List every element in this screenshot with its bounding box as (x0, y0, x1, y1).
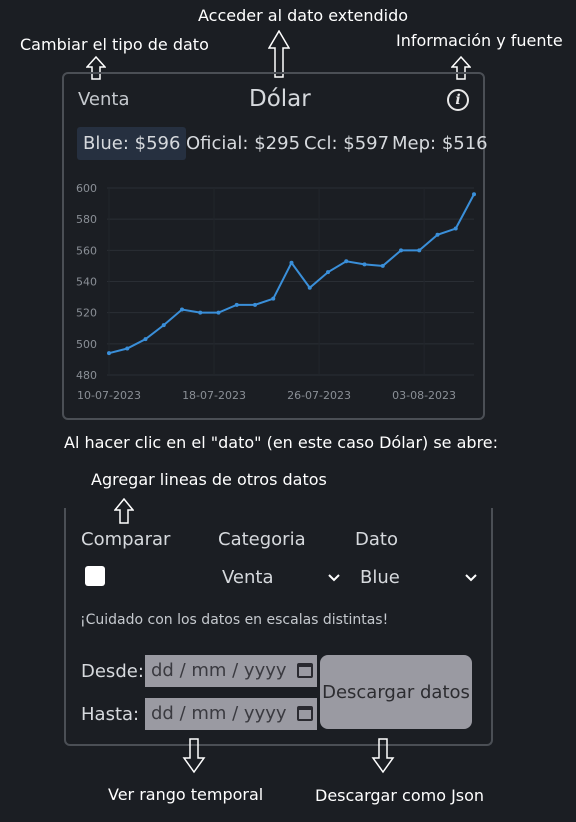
data-point (453, 226, 458, 231)
data-point (362, 262, 367, 267)
widget-title[interactable]: Dólar (249, 86, 311, 112)
annotation-click-note: Al hacer clic en el "dato" (en este caso… (64, 433, 499, 452)
data-point (307, 285, 312, 290)
compare-checkbox[interactable] (85, 566, 105, 586)
data-select[interactable]: Blue (360, 567, 478, 588)
from-date-input[interactable]: dd / mm / yyyy (145, 655, 317, 687)
y-tick-label: 480 (76, 369, 97, 382)
annotation-time-range: Ver rango temporal (108, 785, 264, 804)
info-icon[interactable]: i (447, 89, 469, 111)
x-tick-label: 26-07-2023 (287, 389, 351, 402)
data-point (289, 260, 294, 265)
download-data-button[interactable]: Descargar datos (320, 655, 472, 729)
data-point (435, 232, 440, 237)
y-tick-label: 580 (76, 213, 97, 226)
data-point (234, 302, 239, 307)
tab-mep[interactable]: Mep: $516 (386, 127, 494, 160)
category-select-value: Venta (222, 567, 274, 588)
calendar-icon[interactable] (297, 663, 313, 678)
y-tick-label: 540 (76, 276, 97, 289)
arrow-up-icon (268, 30, 290, 78)
calendar-icon[interactable] (297, 706, 313, 721)
y-tick-label: 600 (76, 182, 97, 195)
data-point (107, 351, 111, 356)
from-label: Desde: (81, 661, 144, 682)
annotation-download-json: Descargar como Json (315, 786, 485, 805)
series-line-blue (108, 193, 475, 355)
annotation-extended: Acceder al dato extendido (198, 6, 409, 25)
annotation-change-type: Cambiar el tipo de dato (20, 35, 209, 54)
from-date-placeholder: dd / mm / yyyy (151, 660, 287, 681)
y-tick-label: 500 (76, 338, 97, 351)
type-selector[interactable]: Venta (78, 89, 130, 110)
data-point (344, 259, 349, 264)
data-point (380, 263, 385, 268)
data-point (125, 346, 130, 351)
compare-label: Comparar (81, 529, 171, 550)
data-point (417, 248, 422, 253)
tab-oficial[interactable]: Oficial: $295 (180, 127, 306, 160)
scale-warning: ¡Cuidado con los datos en escalas distin… (80, 612, 389, 628)
x-tick-label: 18-07-2023 (182, 389, 246, 402)
data-point (180, 307, 184, 312)
arrow-down-icon (182, 738, 206, 774)
y-tick-label: 520 (76, 307, 97, 320)
data-select-value: Blue (360, 567, 400, 588)
data-label: Dato (355, 529, 398, 550)
chevron-down-icon (465, 574, 477, 582)
data-point (326, 270, 330, 275)
annotation-info-source: Información y fuente (396, 31, 563, 50)
data-point (143, 337, 148, 342)
data-point (271, 296, 276, 301)
data-point (198, 310, 203, 315)
chevron-down-icon (328, 574, 340, 582)
y-tick-label: 560 (76, 244, 97, 257)
data-point (472, 192, 476, 197)
line-chart: 600 580 560 540 520 500 480 10-07-2023 18-07-20… (76, 182, 476, 402)
data-point (253, 302, 257, 307)
category-select[interactable]: Venta (222, 567, 344, 588)
to-date-placeholder: dd / mm / yyyy (151, 703, 287, 724)
x-tick-label: 03-08-2023 (392, 389, 456, 402)
data-point (399, 248, 403, 253)
tab-blue[interactable]: Blue: $596 (77, 127, 187, 160)
x-tick-label: 10-07-2023 (77, 389, 141, 402)
to-label: Hasta: (81, 704, 140, 725)
tab-ccl[interactable]: Ccl: $597 (298, 127, 395, 160)
category-label: Categoria (218, 529, 306, 550)
data-point (161, 323, 166, 328)
annotation-add-lines: Agregar lineas de otros datos (91, 470, 327, 489)
arrow-down-icon (371, 738, 395, 774)
to-date-input[interactable]: dd / mm / yyyy (145, 698, 317, 730)
data-point (216, 310, 221, 315)
